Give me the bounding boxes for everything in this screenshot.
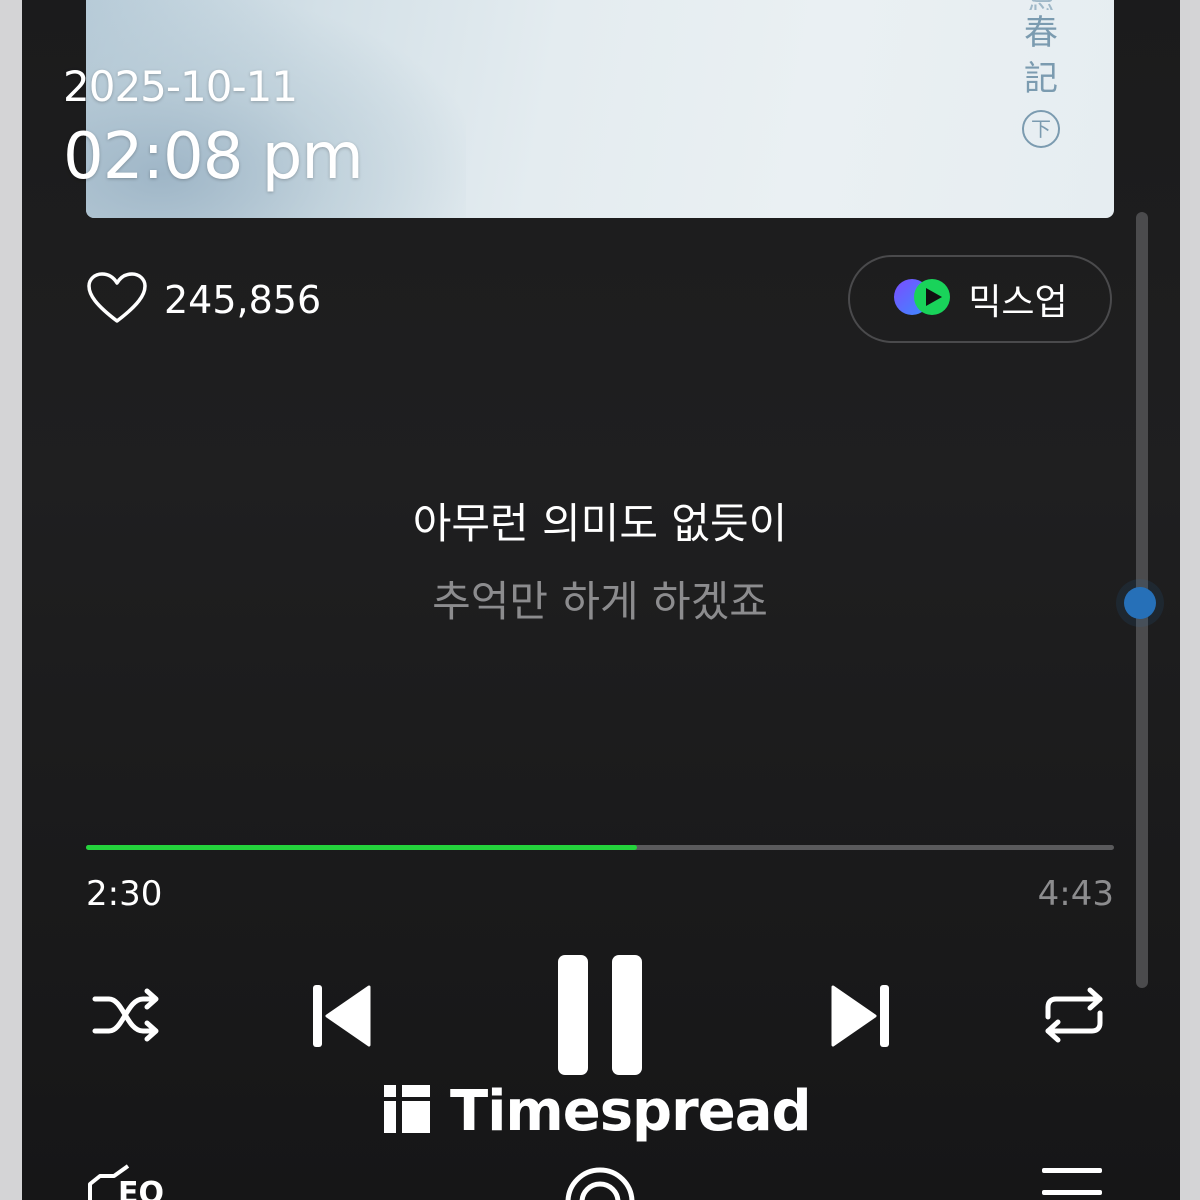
mixup-label: 믹스업 — [968, 282, 1068, 323]
elapsed-time: 2:30 — [86, 874, 163, 914]
player-screen: 忌 春 記 下 2025-10-11 02:08 pm 245,856 — [0, 0, 1200, 1200]
heart-icon[interactable] — [86, 271, 148, 329]
timespread-logo-icon — [382, 1083, 432, 1139]
progress-fill — [86, 845, 637, 850]
center-button[interactable] — [562, 1160, 638, 1200]
album-art-glyph-2: 記 — [1024, 59, 1058, 99]
repeat-button[interactable] — [1034, 982, 1114, 1052]
window-edge-right — [1180, 0, 1200, 1200]
pause-button[interactable] — [548, 954, 652, 1080]
repeat-icon — [1040, 985, 1108, 1049]
timestamp-time: 02:08 pm — [63, 120, 364, 194]
like-row: 245,856 — [86, 272, 321, 328]
previous-button[interactable] — [300, 978, 380, 1058]
mixup-button[interactable]: 믹스업 — [848, 255, 1112, 343]
mixup-icon — [892, 275, 954, 323]
watermark: Timespread — [382, 1078, 812, 1144]
scrollbar-thumb[interactable] — [1124, 587, 1156, 619]
pause-icon — [552, 953, 648, 1081]
shuffle-button[interactable] — [86, 982, 166, 1052]
timestamp-date: 2025-10-11 — [63, 62, 298, 111]
like-count: 245,856 — [164, 278, 322, 322]
skip-next-icon — [829, 981, 895, 1055]
progress-bar[interactable] — [86, 845, 1114, 850]
total-time: 4:43 — [1037, 874, 1114, 914]
next-button[interactable] — [822, 978, 902, 1058]
lyric-current-line[interactable]: 아무런 의미도 없듯이 — [200, 490, 1000, 551]
album-art-glyph-1: 春 — [1024, 13, 1058, 53]
eq-label: EQ — [118, 1176, 164, 1200]
menu-icon — [1042, 1168, 1102, 1200]
window-edge-left — [0, 0, 22, 1200]
lyric-next-line[interactable]: 추억만 하게 하겠죠 — [200, 568, 1000, 629]
menu-button[interactable] — [1042, 1166, 1102, 1200]
album-art-badge: 下 — [1022, 110, 1060, 148]
album-art-title: 忌 春 記 下 — [1016, 0, 1066, 148]
watermark-text: Timespread — [450, 1078, 812, 1144]
skip-previous-icon — [307, 981, 373, 1055]
shuffle-icon — [89, 985, 163, 1049]
eq-button[interactable]: EQ — [86, 1160, 176, 1200]
